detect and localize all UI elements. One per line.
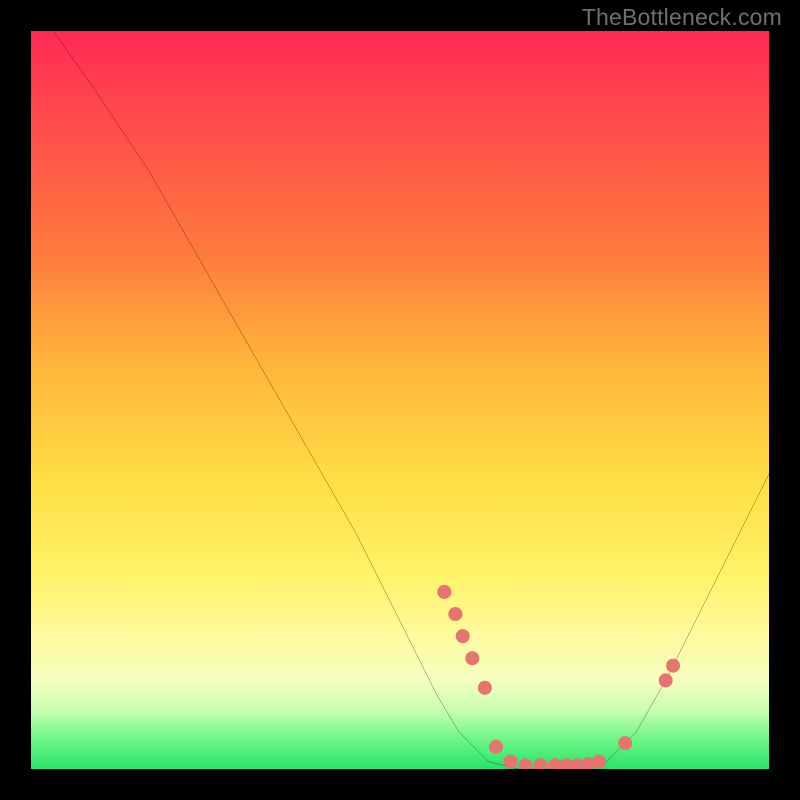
curve-marker — [618, 736, 632, 750]
curve-marker — [533, 758, 547, 769]
bottleneck-curve — [53, 31, 769, 769]
curve-marker — [456, 629, 470, 643]
curve-marker — [437, 585, 451, 599]
curve-marker — [592, 755, 606, 769]
plot-svg — [31, 31, 769, 769]
curve-markers — [437, 585, 680, 769]
curve-marker — [465, 651, 479, 665]
curve-marker — [666, 659, 680, 673]
watermark-text: TheBottleneck.com — [582, 4, 782, 31]
curve-marker — [448, 607, 462, 621]
curve-marker — [504, 755, 518, 769]
chart-frame: TheBottleneck.com — [0, 0, 800, 800]
curve-marker — [518, 758, 532, 769]
curve-marker — [659, 673, 673, 687]
curve-marker — [478, 681, 492, 695]
curve-marker — [489, 740, 503, 754]
